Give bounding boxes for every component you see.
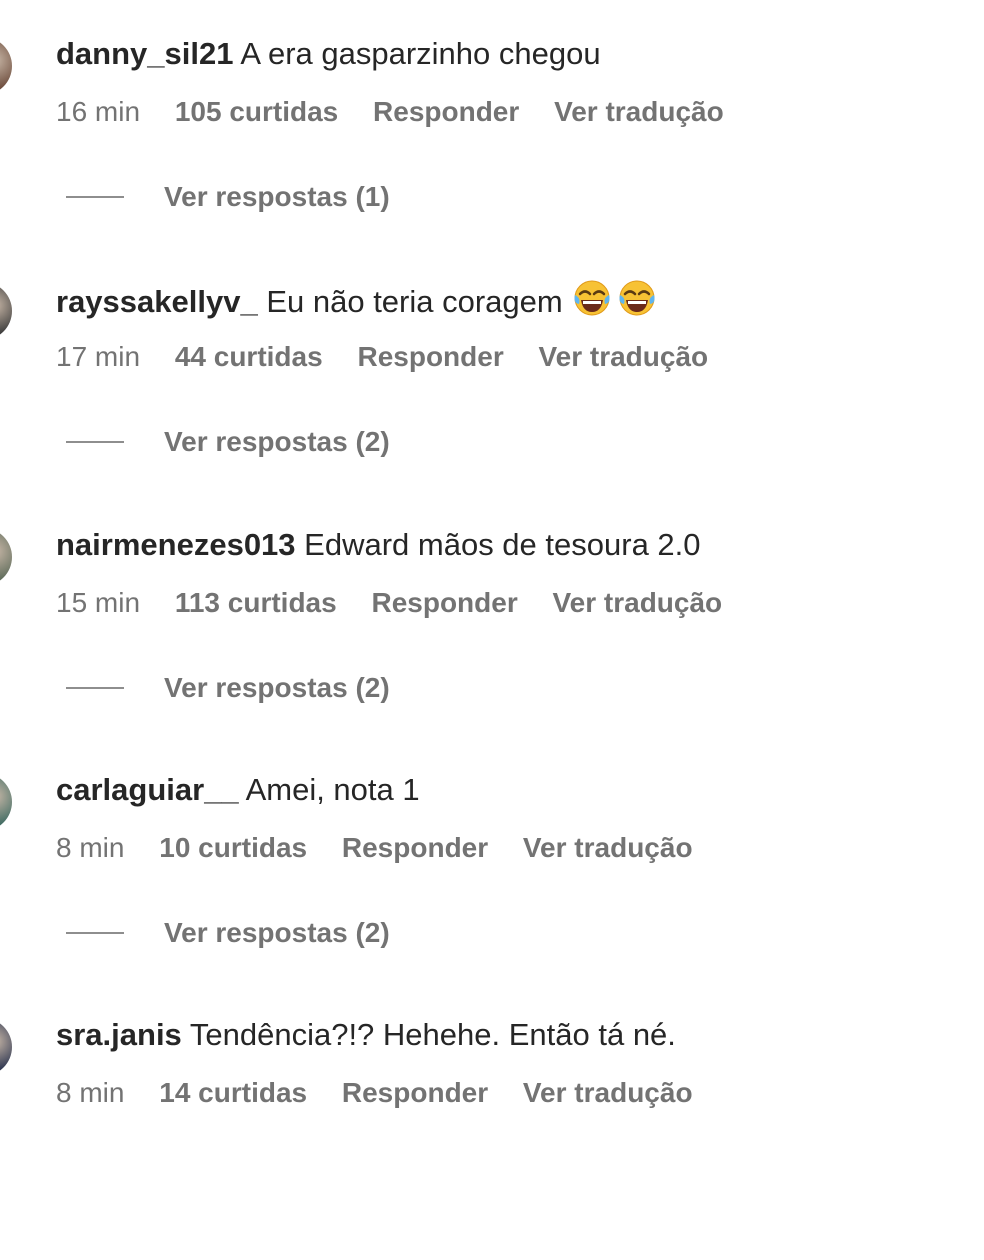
avatar[interactable]: [0, 773, 12, 831]
view-replies-label: Ver respostas (2): [164, 917, 390, 948]
translate-button[interactable]: Ver tradução: [554, 96, 724, 127]
comment-time: 8 min: [56, 832, 125, 863]
comment-meta: 8 min 10 curtidas Responder Ver tradução: [56, 830, 720, 866]
replies-divider: [66, 931, 124, 934]
comment-body: danny_sil21 A era gasparzinho chegou: [56, 34, 601, 74]
comment-item: carlaguiar__ Amei, nota 1 8 min 10 curti…: [0, 770, 984, 1015]
translate-button[interactable]: Ver tradução: [523, 832, 693, 863]
comment-body: nairmenezes013 Edward mãos de tesoura 2.…: [56, 525, 701, 565]
reply-button[interactable]: Responder: [371, 587, 517, 618]
avatar[interactable]: [0, 37, 12, 95]
comment-username[interactable]: nairmenezes013: [56, 527, 296, 562]
comment-meta: 15 min 113 curtidas Responder Ver traduç…: [56, 585, 749, 621]
likes-count-button[interactable]: 10 curtidas: [159, 832, 307, 863]
comment-meta: 8 min 14 curtidas Responder Ver tradução: [56, 1075, 720, 1111]
avatar[interactable]: [0, 282, 12, 340]
replies-divider: [66, 195, 124, 198]
comment-meta: 17 min 44 curtidas Responder Ver traduçã…: [56, 339, 735, 375]
translate-button[interactable]: Ver tradução: [553, 587, 723, 618]
view-replies-label: Ver respostas (2): [164, 426, 390, 457]
comment-body: carlaguiar__ Amei, nota 1: [56, 770, 420, 810]
replies-divider: [66, 686, 124, 689]
replies-divider: [66, 440, 124, 443]
comment-time: 8 min: [56, 1077, 125, 1108]
translate-button[interactable]: Ver tradução: [539, 341, 709, 372]
comment-text: Tendência?!? Hehehe. Então tá né.: [189, 1017, 676, 1052]
comment-time: 15 min: [56, 587, 141, 618]
likes-count-button[interactable]: 44 curtidas: [175, 341, 323, 372]
translate-button[interactable]: Ver tradução: [523, 1077, 693, 1108]
view-replies-button[interactable]: Ver respostas (1): [66, 179, 390, 215]
comment-username[interactable]: danny_sil21: [56, 36, 233, 71]
comment-text: A era gasparzinho chegou: [240, 36, 601, 71]
avatar[interactable]: [0, 1018, 12, 1076]
avatar[interactable]: [0, 528, 12, 586]
tears-of-joy-emoji-icon: [573, 279, 663, 327]
comment-body: sra.janis Tendência?!? Hehehe. Então tá …: [56, 1015, 676, 1055]
comment-text: Eu não teria coragem: [266, 284, 563, 319]
view-replies-button[interactable]: Ver respostas (2): [66, 670, 390, 706]
likes-count-button[interactable]: 14 curtidas: [159, 1077, 307, 1108]
comment-username[interactable]: sra.janis: [56, 1017, 182, 1052]
comment-item: nairmenezes013 Edward mãos de tesoura 2.…: [0, 525, 984, 770]
comment-body: rayssakellyv_ Eu não teria coragem: [56, 279, 663, 319]
comment-meta: 16 min 105 curtidas Responder Ver traduç…: [56, 94, 751, 130]
comment-username[interactable]: carlaguiar__: [56, 772, 239, 807]
comment-username[interactable]: rayssakellyv_: [56, 284, 258, 319]
likes-count-button[interactable]: 113 curtidas: [175, 587, 337, 618]
view-replies-button[interactable]: Ver respostas (2): [66, 915, 390, 951]
comment-time: 16 min: [56, 96, 141, 127]
comment-item: sra.janis Tendência?!? Hehehe. Então tá …: [0, 1015, 984, 1260]
reply-button[interactable]: Responder: [373, 96, 519, 127]
comment-text: Edward mãos de tesoura 2.0: [304, 527, 701, 562]
comment-item: rayssakellyv_ Eu não teria coragem 17 mi…: [0, 279, 984, 524]
view-replies-label: Ver respostas (1): [164, 181, 390, 212]
comment-item: danny_sil21 A era gasparzinho chegou 16 …: [0, 34, 984, 279]
reply-button[interactable]: Responder: [342, 832, 488, 863]
likes-count-button[interactable]: 105 curtidas: [175, 96, 338, 127]
view-replies-button[interactable]: Ver respostas (2): [66, 424, 390, 460]
comment-time: 17 min: [56, 341, 141, 372]
comment-text: Amei, nota 1: [245, 772, 420, 807]
view-replies-label: Ver respostas (2): [164, 672, 390, 703]
reply-button[interactable]: Responder: [357, 341, 503, 372]
reply-button[interactable]: Responder: [342, 1077, 488, 1108]
